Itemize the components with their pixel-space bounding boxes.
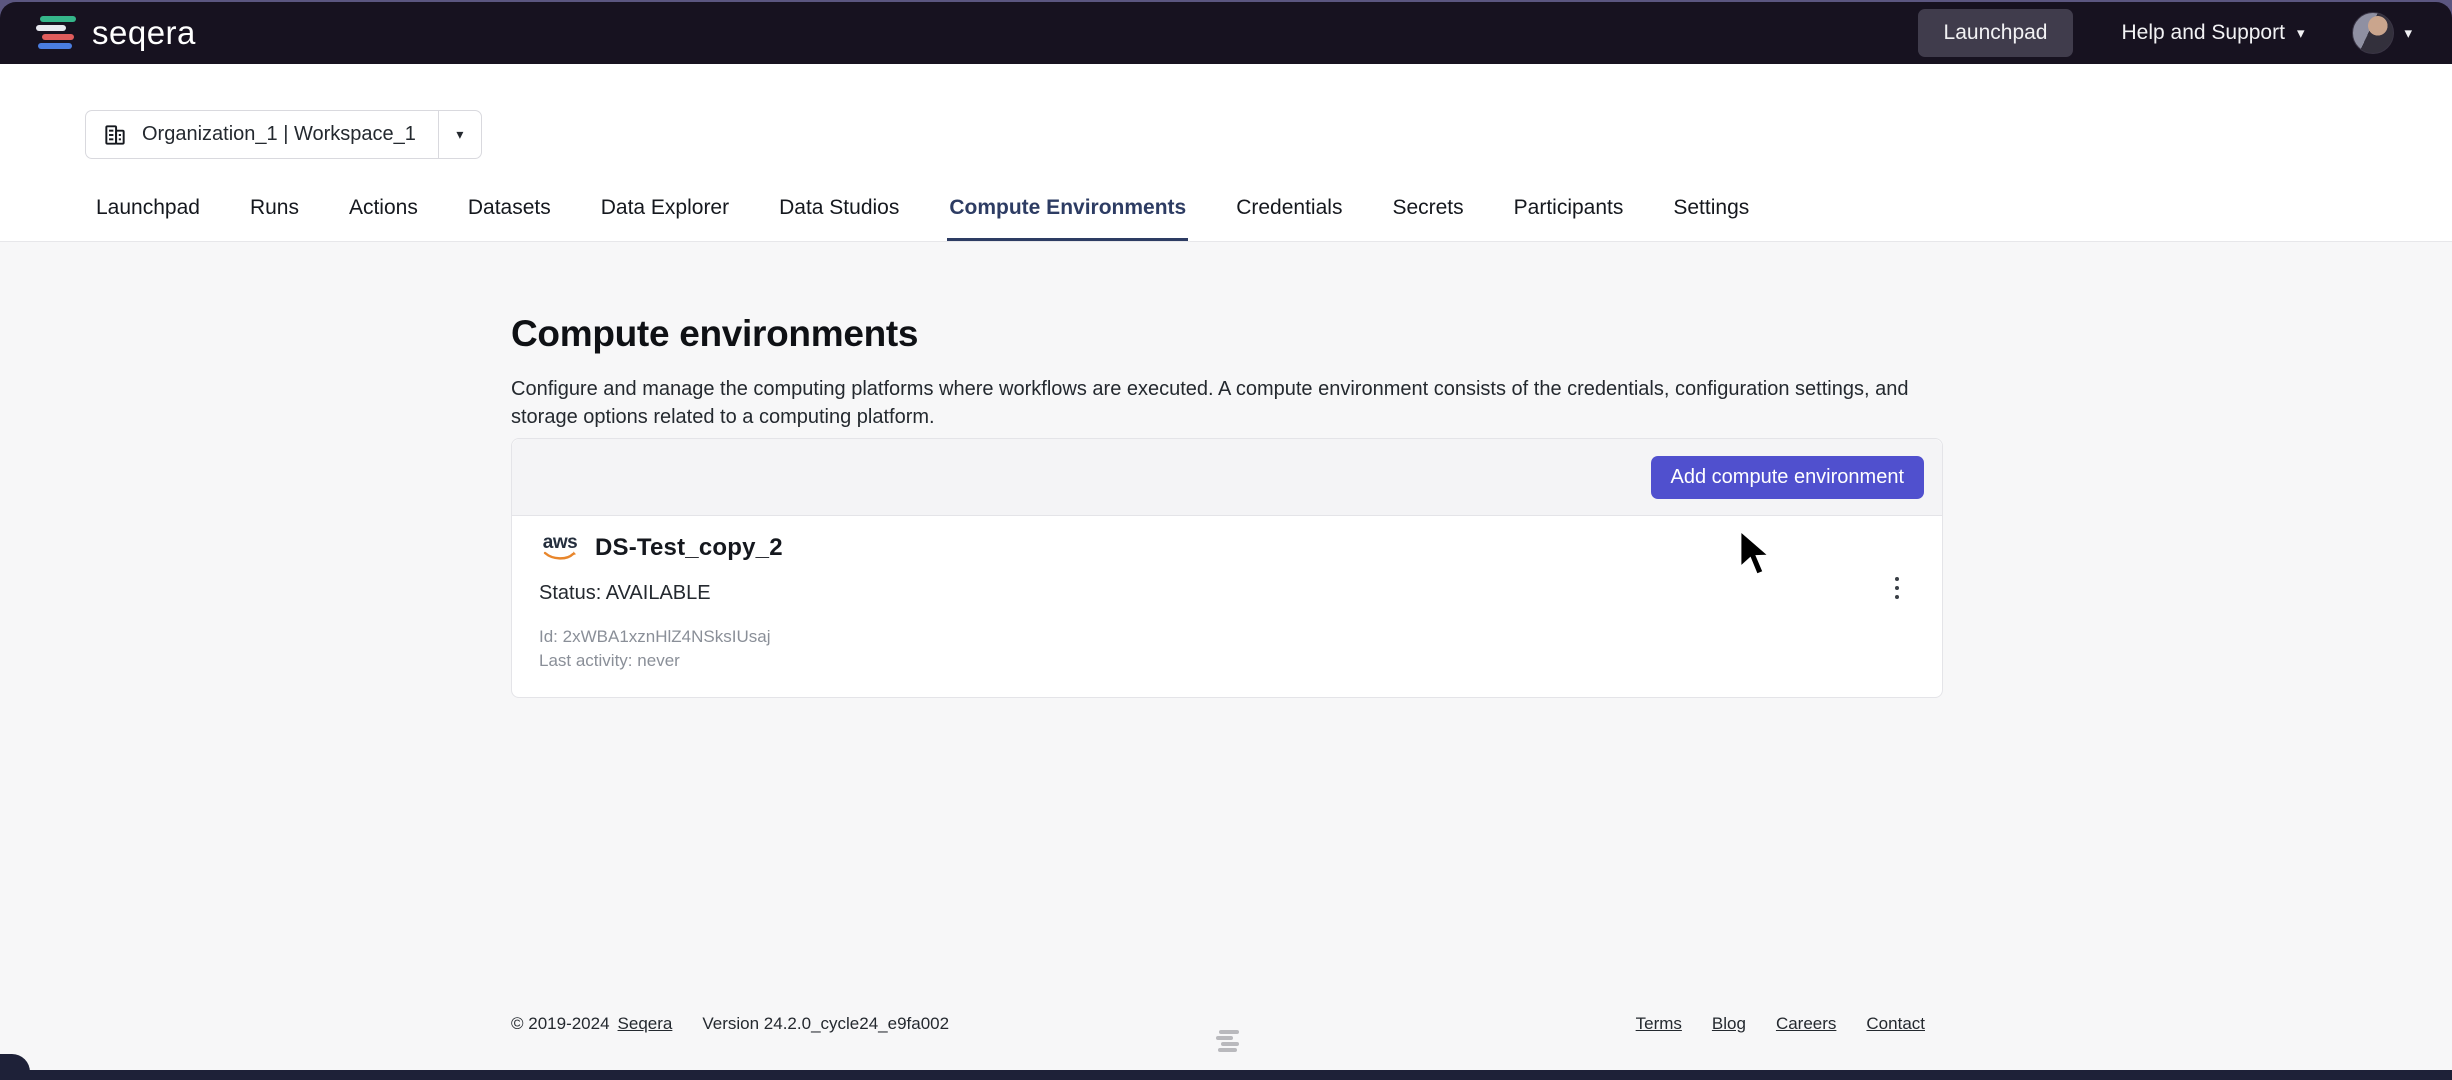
seqera-logo-icon	[36, 14, 78, 52]
copyright-text: © 2019-2024	[511, 1014, 610, 1034]
seqera-link[interactable]: Seqera	[618, 1014, 673, 1034]
compute-environment-last-activity: Last activity: never	[539, 649, 1942, 673]
chevron-down-icon: ▾	[456, 126, 463, 143]
main-content: Compute environments Configure and manag…	[0, 243, 2452, 431]
compute-environment-id: Id: 2xWBA1xznHlZ4NSksIUsaj	[539, 625, 1942, 649]
compute-environment-row: aws DS-Test_copy_2 Status: AVAILABLE Id:…	[512, 516, 1942, 697]
workspace-header: Organization_1 | Workspace_1 ▾ Launchpad…	[0, 64, 2452, 242]
tab-launchpad[interactable]: Launchpad	[94, 182, 202, 241]
tab-datasets[interactable]: Datasets	[466, 182, 553, 241]
chevron-down-icon: ▾	[2404, 24, 2412, 42]
add-compute-environment-button[interactable]: Add compute environment	[1651, 456, 1924, 499]
compute-environment-status: Status: AVAILABLE	[539, 582, 1942, 605]
tab-runs[interactable]: Runs	[248, 182, 301, 241]
bottom-strip	[0, 1070, 2452, 1080]
page-title: Compute environments	[511, 313, 2452, 355]
workspace-selector-label: Organization_1 | Workspace_1	[142, 123, 416, 146]
contact-link[interactable]: Contact	[1866, 1014, 1925, 1034]
terms-link[interactable]: Terms	[1636, 1014, 1682, 1034]
organization-icon	[102, 122, 128, 148]
version-text: Version 24.2.0_cycle24_e9fa002	[702, 1014, 949, 1034]
blog-link[interactable]: Blog	[1712, 1014, 1746, 1034]
brand[interactable]: seqera	[36, 14, 196, 52]
tab-data-explorer[interactable]: Data Explorer	[599, 182, 731, 241]
brand-name: seqera	[92, 14, 196, 52]
compute-environment-meta: Id: 2xWBA1xznHlZ4NSksIUsaj Last activity…	[539, 625, 1942, 673]
tab-actions[interactable]: Actions	[347, 182, 420, 241]
seqera-footer-logo-icon	[1216, 1030, 1242, 1054]
compute-environments-panel: Add compute environment aws DS-Test_copy…	[511, 438, 1943, 698]
page-description: Configure and manage the computing platf…	[511, 375, 1936, 431]
row-options-kebab-icon[interactable]	[1880, 568, 1914, 608]
top-navbar: seqera Launchpad Help and Support ▾ ▾	[0, 2, 2452, 64]
workspace-tabs: Launchpad Runs Actions Datasets Data Exp…	[94, 182, 1751, 241]
workspace-selector-caret[interactable]: ▾	[438, 110, 482, 159]
aws-provider-icon: aws	[539, 535, 581, 561]
chevron-down-icon: ▾	[2297, 24, 2305, 42]
workspace-selector[interactable]: Organization_1 | Workspace_1	[85, 110, 438, 159]
tab-compute-environments[interactable]: Compute Environments	[947, 182, 1188, 241]
tab-credentials[interactable]: Credentials	[1234, 182, 1344, 241]
compute-environment-name[interactable]: DS-Test_copy_2	[595, 534, 783, 562]
status-value: AVAILABLE	[606, 582, 711, 604]
footer-links: Terms Blog Careers Contact	[1636, 1014, 1925, 1034]
avatar	[2352, 12, 2394, 54]
tab-settings[interactable]: Settings	[1671, 182, 1751, 241]
help-and-support-menu[interactable]: Help and Support ▾	[2121, 21, 2304, 45]
careers-link[interactable]: Careers	[1776, 1014, 1836, 1034]
help-and-support-label: Help and Support	[2121, 21, 2284, 45]
panel-toolbar: Add compute environment	[512, 439, 1942, 516]
tab-participants[interactable]: Participants	[1512, 182, 1626, 241]
launchpad-button[interactable]: Launchpad	[1918, 9, 2074, 57]
tab-secrets[interactable]: Secrets	[1390, 182, 1465, 241]
tab-data-studios[interactable]: Data Studios	[777, 182, 901, 241]
user-menu[interactable]: ▾	[2352, 12, 2412, 54]
